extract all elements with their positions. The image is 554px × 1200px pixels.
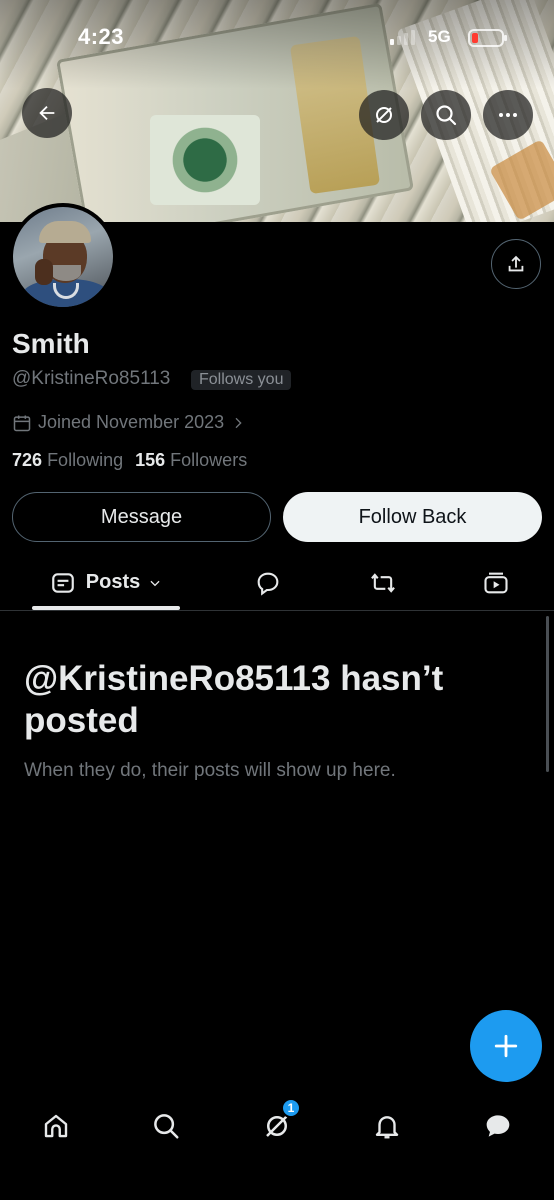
avatar-hand (35, 259, 53, 285)
profile-name: Smith (12, 328, 90, 359)
following-link[interactable]: 726 Following (12, 450, 123, 471)
grok-slash-circle-icon (376, 107, 392, 123)
share-button[interactable] (491, 239, 541, 289)
avatar-beard (51, 265, 81, 281)
avatar-photo (13, 207, 113, 307)
nav-notifications[interactable] (367, 1106, 407, 1146)
repost-icon (371, 572, 395, 593)
followers-link[interactable]: 156 Followers (135, 450, 247, 471)
empty-state-title: @KristineRo85113 hasn’t posted (24, 659, 444, 740)
following-count: 726 (12, 450, 43, 470)
plus-icon (494, 1034, 518, 1058)
status-time: 4:23 (78, 24, 125, 49)
tab-active-indicator (32, 606, 180, 610)
tab-replies[interactable] (243, 555, 293, 610)
status-bar: 4:23 5G (0, 0, 554, 70)
arrow-left-icon (39, 105, 55, 121)
tab-media[interactable] (471, 555, 521, 610)
chevron-right-icon (235, 417, 242, 428)
posts-icon (51, 572, 74, 593)
battery-fill (472, 33, 478, 43)
joined-label: Joined November 2023 (38, 412, 225, 432)
calendar-icon (13, 415, 31, 431)
tab-reposts[interactable] (358, 555, 408, 610)
search-icon (436, 105, 457, 126)
avatar-cap (39, 221, 91, 243)
more-horizontal-icon (499, 113, 517, 117)
battery-icon (468, 29, 507, 47)
followers-count: 156 (135, 450, 166, 470)
media-icon (484, 572, 508, 593)
joined-date[interactable]: Joined November 2023 (12, 412, 246, 433)
messages-icon (486, 1115, 510, 1137)
home-icon (44, 1114, 68, 1138)
following-label: Following (47, 450, 124, 470)
more-button[interactable] (483, 90, 533, 140)
nav-search[interactable] (146, 1106, 186, 1146)
profile-handle: @KristineRo85113 (12, 368, 171, 389)
reply-bubble-icon (257, 572, 279, 596)
chevron-down-icon (150, 580, 160, 586)
tab-posts-label: Posts (85, 571, 141, 593)
share-icon (508, 255, 524, 272)
signal-icon (390, 30, 415, 45)
compose-button[interactable] (470, 1010, 542, 1082)
bottom-nav: 1 (0, 1090, 554, 1200)
network-label: 5G (428, 27, 451, 46)
empty-state-subtitle: When they do, their posts will show up h… (24, 760, 396, 781)
grok-button[interactable] (359, 90, 409, 140)
notifications-icon (375, 1116, 399, 1139)
followers-label: Followers (170, 450, 248, 470)
grok-badge: 1 (281, 1098, 301, 1118)
follows-you-badge: Follows you (191, 370, 292, 390)
follow-back-button[interactable]: Follow Back (283, 492, 542, 542)
follow-stats: 726 Following 156 Followers (12, 450, 247, 471)
search-button[interactable] (421, 90, 471, 140)
tab-posts[interactable]: Posts (32, 555, 180, 610)
nav-home[interactable] (36, 1106, 76, 1146)
nav-grok[interactable]: 1 (257, 1098, 301, 1146)
profile-tabs: Posts (0, 555, 554, 611)
back-button[interactable] (22, 88, 72, 138)
nav-messages[interactable] (478, 1106, 518, 1146)
scrollbar[interactable] (546, 616, 549, 772)
search-icon (154, 1114, 179, 1139)
avatar[interactable] (9, 203, 117, 311)
message-button[interactable]: Message (12, 492, 271, 542)
